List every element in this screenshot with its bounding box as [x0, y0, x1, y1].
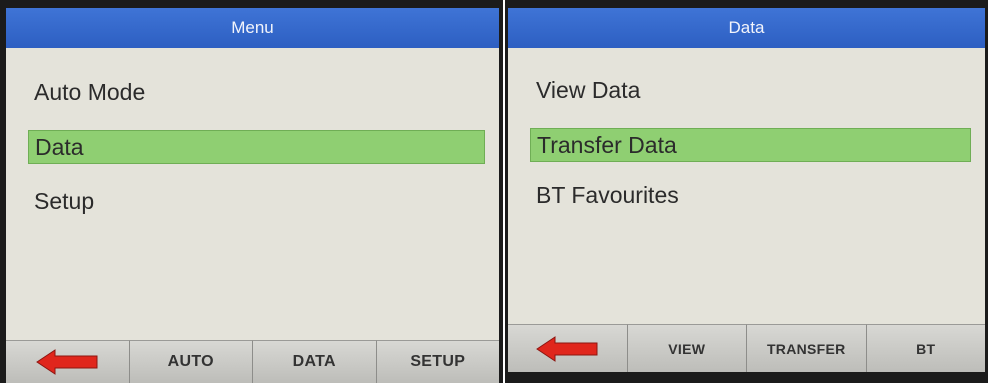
view-button[interactable]: VIEW: [627, 324, 747, 372]
menu-item-transfer-data[interactable]: Transfer Data: [530, 128, 971, 162]
menu-item-setup[interactable]: Setup: [28, 184, 485, 218]
data-screen: Data View Data Transfer Data BT Favourit…: [505, 0, 988, 383]
back-button[interactable]: [6, 340, 130, 383]
screen-title: Data: [508, 8, 985, 48]
menu-item-view-data[interactable]: View Data: [530, 73, 971, 107]
bt-button[interactable]: BT: [866, 324, 985, 372]
setup-button[interactable]: SETUP: [376, 340, 499, 383]
menu-list: Auto Mode Data Setup: [6, 48, 499, 340]
menu-item-data[interactable]: Data: [28, 130, 485, 164]
menu-screen: Menu Auto Mode Data Setup AUTO DATA SETU…: [0, 0, 503, 383]
data-menu-list: View Data Transfer Data BT Favourites: [508, 48, 985, 324]
softkey-bar: VIEW TRANSFER BT: [508, 324, 985, 372]
screen-title: Menu: [6, 8, 499, 48]
menu-item-bt-favourites[interactable]: BT Favourites: [530, 178, 971, 212]
softkey-bar: AUTO DATA SETUP: [6, 340, 499, 383]
back-button[interactable]: [508, 324, 628, 372]
left-arrow-icon: [36, 349, 98, 375]
left-arrow-icon: [536, 335, 598, 362]
data-button[interactable]: DATA: [253, 340, 377, 383]
auto-button[interactable]: AUTO: [129, 340, 253, 383]
menu-item-auto-mode[interactable]: Auto Mode: [28, 75, 485, 109]
transfer-button[interactable]: TRANSFER: [747, 324, 867, 372]
